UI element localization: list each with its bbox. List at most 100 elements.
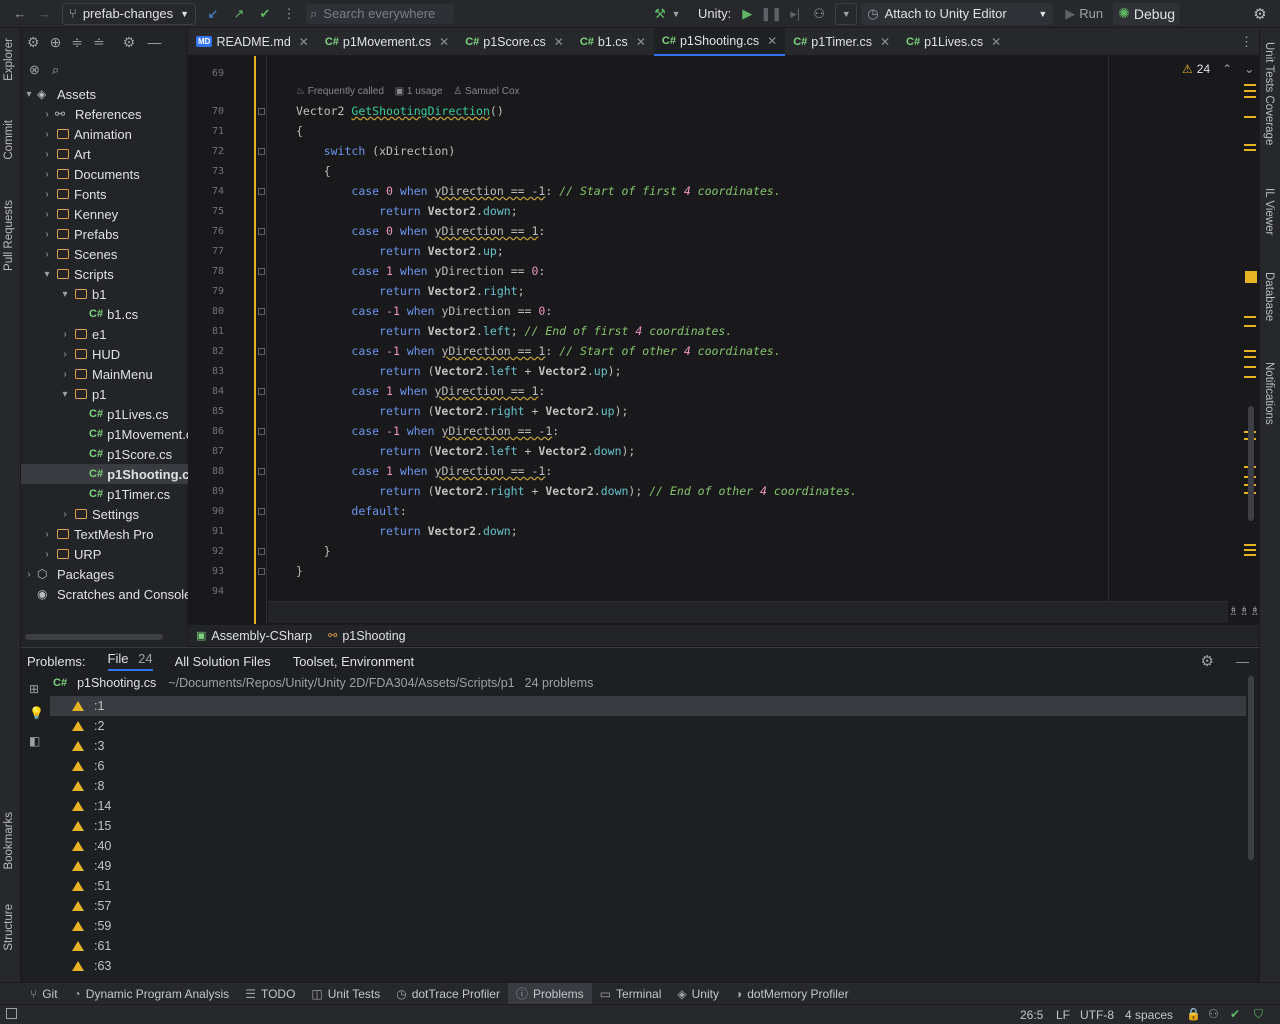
tree-item[interactable]: ▾ b1 — [21, 284, 188, 304]
problems-scrollbar[interactable] — [1248, 676, 1254, 860]
tree-item[interactable]: › Animation — [21, 124, 188, 144]
explorer-horizontal-scrollbar[interactable] — [25, 634, 163, 640]
chevron-down-icon[interactable]: ▾ — [59, 389, 71, 400]
toggle-tool-windows-icon[interactable] — [6, 1008, 17, 1019]
close-tab-icon[interactable]: ✕ — [636, 35, 646, 49]
tree-item[interactable]: C# b1.cs — [21, 304, 188, 324]
line-separator[interactable]: LF — [1056, 1008, 1070, 1022]
error-stripe-mark[interactable] — [1244, 366, 1256, 368]
editor-tab[interactable]: C# p1Shooting.cs ✕ — [653, 27, 786, 56]
tool-tab-structure[interactable]: Structure — [3, 904, 15, 951]
code-editor[interactable]: 69 70 71 72 73 74 75 76 77 78 79 80 81 82 83 84 85 86 87 88… — [188, 56, 1259, 624]
chevron-right-icon[interactable]: › — [41, 169, 53, 180]
close-tab-icon[interactable]: ✕ — [439, 35, 449, 49]
breadcrumb-class[interactable]: ⚯ p1Shooting — [328, 629, 405, 643]
problem-row[interactable]: :57 — [50, 896, 1246, 916]
chevron-down-icon[interactable]: ▾ — [23, 89, 35, 100]
fold-marker-icon[interactable] — [258, 568, 265, 575]
error-stripe-mark[interactable] — [1244, 316, 1256, 318]
settings-gear-icon[interactable]: ⚙ — [1250, 3, 1270, 25]
problem-row[interactable]: :51 — [50, 876, 1246, 896]
run-configuration-selector[interactable]: ◷ Attach to Unity Editor ▼ — [861, 2, 1054, 25]
tool-window-dpa[interactable]: ◔ Dynamic Program Analysis — [66, 983, 238, 1005]
hide-panel-icon[interactable]: — — [147, 34, 161, 50]
problem-row[interactable]: :63 — [50, 956, 1246, 976]
debug-button[interactable]: ✺ Debug — [1113, 2, 1181, 25]
tree-item[interactable]: ▾ ◈ Assets — [21, 84, 188, 104]
editor-tab[interactable]: C# p1Timer.cs ✕ — [785, 28, 898, 56]
fold-marker-icon[interactable] — [258, 468, 265, 475]
error-stripe-mark[interactable] — [1244, 144, 1256, 146]
explorer-settings-icon[interactable]: ⚙ — [123, 34, 136, 51]
chevron-right-icon[interactable]: › — [59, 369, 71, 380]
tab-toolset-environment[interactable]: Toolset, Environment — [293, 654, 414, 669]
tool-window-problems[interactable]: ⓘ Problems — [507, 982, 592, 1005]
indent-setting[interactable]: 4 spaces — [1125, 1008, 1173, 1022]
unity-connection-status-icon[interactable]: ⚇ — [1208, 1007, 1219, 1021]
tabs-more-icon[interactable]: ⋮ — [1240, 34, 1253, 50]
tool-tab-bookmarks[interactable]: Bookmarks — [3, 812, 15, 870]
chevron-right-icon[interactable]: › — [23, 569, 35, 580]
tree-item[interactable]: › Fonts — [21, 184, 188, 204]
tree-item[interactable]: › ⬡ Packages — [21, 564, 188, 584]
tree-item[interactable]: C# p1Score.cs — [21, 444, 188, 464]
back-arrow-icon[interactable]: ← — [12, 3, 28, 25]
forward-arrow-icon[interactable]: → — [36, 3, 52, 25]
editor-vertical-scrollbar[interactable] — [1248, 406, 1254, 521]
tool-tab-unit-tests-coverage[interactable]: Unit Tests Coverage — [1263, 42, 1275, 145]
chevron-right-icon[interactable]: › — [41, 209, 53, 220]
config-chevron-down-icon[interactable]: ▼ — [835, 2, 858, 25]
tool-tab-pull-requests[interactable]: Pull Requests — [3, 200, 15, 271]
fold-marker-icon[interactable] — [258, 188, 265, 195]
reader-mode-icon[interactable]: ♗♗♗ — [1228, 604, 1259, 618]
tool-window-unit-tests[interactable]: ◫ Unit Tests — [303, 983, 388, 1005]
unity-pause-icon[interactable]: ❚❚ — [760, 3, 782, 25]
file-encoding[interactable]: UTF-8 — [1080, 1008, 1114, 1022]
tool-tab-notifications[interactable]: Notifications — [1263, 362, 1275, 425]
error-stripe-mark[interactable] — [1244, 350, 1256, 352]
prev-highlight-icon[interactable]: ⌃ — [1222, 62, 1232, 76]
editor-tab[interactable]: C# p1Lives.cs ✕ — [898, 28, 1009, 56]
editor-tab[interactable]: C# b1.cs ✕ — [572, 28, 654, 56]
tree-item[interactable]: ▾ p1 — [21, 384, 188, 404]
problem-row[interactable]: :3 — [50, 736, 1246, 756]
unity-step-icon[interactable]: ▸| — [785, 3, 805, 25]
fold-marker-icon[interactable] — [258, 348, 265, 355]
view-mode-icon[interactable]: ⚙ — [27, 34, 40, 51]
tool-tab-il-viewer[interactable]: IL Viewer — [1263, 188, 1275, 235]
tree-item[interactable]: › HUD — [21, 344, 188, 364]
problems-hide-icon[interactable]: — — [1236, 654, 1249, 669]
close-tab-icon[interactable]: ✕ — [554, 35, 564, 49]
error-stripe-mark[interactable] — [1244, 325, 1256, 327]
lock-icon[interactable]: 🔒 — [1186, 1007, 1201, 1021]
run-button[interactable]: ▶ Run — [1065, 3, 1103, 25]
error-stripe-mark[interactable] — [1244, 90, 1256, 92]
tool-tab-database[interactable]: Database — [1263, 272, 1275, 321]
build-hammer-icon[interactable]: ⚒ — [650, 3, 670, 25]
tree-item[interactable]: › Prefabs — [21, 224, 188, 244]
problems-settings-icon[interactable]: ⚙ — [1201, 652, 1214, 670]
explorer-search-icon[interactable]: ⌕ — [52, 62, 59, 78]
chevron-right-icon[interactable]: › — [41, 189, 53, 200]
fold-marker-icon[interactable] — [258, 228, 265, 235]
problem-row[interactable]: :40 — [50, 836, 1246, 856]
expand-all-icon[interactable]: ≑ — [71, 34, 83, 51]
unity-play-icon[interactable]: ▶ — [737, 3, 757, 25]
close-tab-icon[interactable]: ✕ — [880, 35, 890, 49]
fold-marker-icon[interactable] — [258, 388, 265, 395]
more-vertical-icon[interactable]: ⋮ — [280, 3, 298, 25]
tree-item[interactable]: › Settings — [21, 504, 188, 524]
git-push-icon[interactable]: ↗ — [228, 3, 250, 25]
chevron-right-icon[interactable]: › — [59, 329, 71, 340]
fold-marker-icon[interactable] — [258, 148, 265, 155]
code-vision-hints[interactable]: ♨ Frequently called ▣ 1 usage ♙ Samuel C… — [296, 86, 520, 97]
build-chevron-down-icon[interactable]: ▼ — [670, 3, 682, 25]
tool-window-dottrace[interactable]: ◷ dotTrace Profiler — [388, 983, 508, 1005]
tree-item[interactable]: C# p1Lives.cs — [21, 404, 188, 424]
tool-window-terminal[interactable]: ▭ Terminal — [592, 983, 670, 1005]
tree-item[interactable]: ▾ Scripts — [21, 264, 188, 284]
tree-item[interactable]: › Art — [21, 144, 188, 164]
chevron-right-icon[interactable]: › — [41, 549, 53, 560]
editor-horizontal-scrollbar-track[interactable] — [268, 601, 1228, 623]
chevron-right-icon[interactable]: › — [41, 249, 53, 260]
